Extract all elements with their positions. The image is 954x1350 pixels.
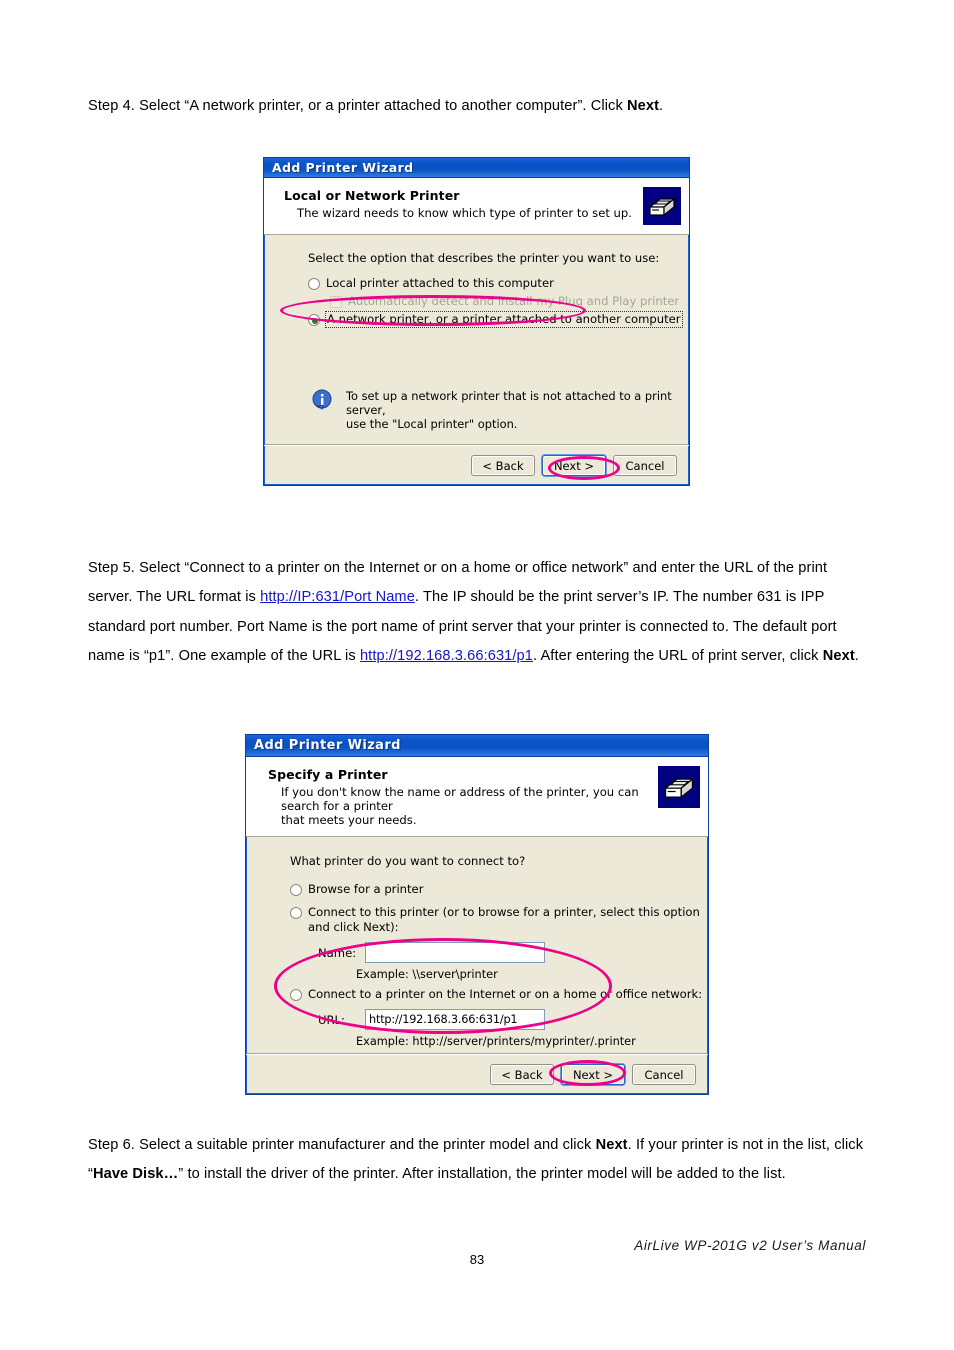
- step6-text-part1: Step 6. Select a suitable printer manufa…: [88, 1137, 596, 1153]
- radio-connect-internet-printer-indicator[interactable]: [290, 989, 302, 1001]
- radio-connect-internet-printer-label: Connect to a printer on the Internet or …: [308, 987, 703, 1001]
- radio-connect-to-this-printer[interactable]: Connect to this printer (or to browse fo…: [290, 905, 708, 935]
- radio-connect-internet-printer[interactable]: Connect to a printer on the Internet or …: [290, 987, 708, 1002]
- dialog2-next-button[interactable]: Next >: [561, 1064, 625, 1085]
- dialog2-back-button[interactable]: < Back: [490, 1064, 554, 1085]
- dialog2-footer: < Back Next > Cancel: [246, 1054, 708, 1094]
- url-field-example: Example: http://server/printers/myprinte…: [356, 1035, 636, 1048]
- dialog1-prompt: Select the option that describes the pri…: [308, 251, 660, 265]
- step4-text-suffix: .: [659, 98, 664, 114]
- document-page: Step 4. Select “A network printer, or a …: [0, 0, 954, 1350]
- step5-url-example-link[interactable]: http://192.168.3.66:631/p1: [360, 648, 533, 664]
- radio-network-printer-label: A network printer, or a printer attached…: [325, 311, 683, 328]
- step5-url-format-link[interactable]: http://IP:631/Port Name: [260, 589, 415, 605]
- radio-browse-for-printer-indicator[interactable]: [290, 884, 302, 896]
- step5-text-part3: . After entering the URL of print server…: [532, 647, 823, 664]
- radio-network-printer[interactable]: A network printer, or a printer attached…: [308, 311, 689, 328]
- url-input[interactable]: http://192.168.3.66:631/p1: [365, 1009, 545, 1030]
- dialog2-header-subtitle: If you don't know the name or address of…: [281, 785, 658, 827]
- step4-bold-next: Next: [627, 98, 660, 114]
- name-field-label: Name:: [318, 945, 357, 960]
- dialog2-header-title: Specify a Printer: [268, 767, 388, 782]
- dialog1-body: Select the option that describes the pri…: [264, 235, 689, 467]
- dialog1-titlebar[interactable]: Add Printer Wizard: [264, 158, 689, 178]
- radio-connect-to-this-printer-indicator[interactable]: [290, 907, 302, 919]
- step5-text-part4: .: [854, 647, 859, 664]
- name-field-row: Name:: [318, 942, 708, 963]
- radio-connect-to-this-printer-label: Connect to this printer (or to browse fo…: [308, 905, 700, 934]
- dialog2-title: Add Printer Wizard: [254, 738, 401, 753]
- radio-network-printer-indicator[interactable]: [308, 314, 320, 326]
- radio-browse-for-printer-label: Browse for a printer: [308, 882, 424, 896]
- dialog2-prompt: What printer do you want to connect to?: [290, 854, 526, 868]
- dialog1-info-line2: use the "Local printer" option.: [346, 417, 518, 431]
- dialog1-title: Add Printer Wizard: [272, 160, 414, 175]
- dialog1-next-button[interactable]: Next >: [542, 455, 606, 476]
- name-field-example: Example: \\server\printer: [356, 968, 498, 981]
- add-printer-wizard-dialog-1[interactable]: Add Printer Wizard Local or Network Prin…: [263, 157, 690, 486]
- dialog1-footer: < Back Next > Cancel: [264, 445, 689, 485]
- radio-local-printer-indicator[interactable]: [308, 278, 320, 290]
- step6-paragraph: Step 6. Select a suitable printer manufa…: [88, 1131, 874, 1190]
- radio-local-printer-label: Local printer attached to this computer: [326, 276, 554, 290]
- footer-manual-title: AirLive WP-201G v2 User’s Manual: [634, 1238, 866, 1253]
- step4-paragraph: Step 4. Select “A network printer, or a …: [88, 92, 874, 121]
- step6-text-part3: ” to install the driver of the printer. …: [178, 1166, 786, 1183]
- dialog1-header-subtitle: The wizard needs to know which type of p…: [297, 206, 632, 220]
- printer-icon: [658, 766, 700, 808]
- printer-icon: [643, 187, 681, 225]
- dialog1-back-button[interactable]: < Back: [471, 455, 535, 476]
- dialog1-cancel-button[interactable]: Cancel: [613, 455, 677, 476]
- radio-browse-for-printer[interactable]: Browse for a printer: [290, 882, 708, 897]
- dialog2-body: What printer do you want to connect to? …: [246, 837, 708, 1083]
- dialog1-header-title: Local or Network Printer: [284, 188, 460, 203]
- add-printer-wizard-dialog-2[interactable]: Add Printer Wizard Specify a Printer If …: [245, 734, 709, 1095]
- radio-local-printer[interactable]: Local printer attached to this computer: [308, 276, 689, 291]
- dialog2-titlebar[interactable]: Add Printer Wizard: [246, 735, 708, 757]
- dialog2-header-sub-line2: that meets your needs.: [281, 813, 417, 827]
- dialog1-header: Local or Network Printer The wizard need…: [264, 178, 689, 235]
- url-field-row: URL: http://192.168.3.66:631/p1: [318, 1009, 708, 1030]
- url-field-label: URL:: [318, 1012, 345, 1027]
- checkbox-auto-detect-indicator: [330, 296, 342, 308]
- dialog1-info-callout: To set up a network printer that is not …: [312, 389, 689, 431]
- step6-bold-have-disk: Have Disk…: [92, 1166, 179, 1183]
- dialog2-cancel-button[interactable]: Cancel: [632, 1064, 696, 1085]
- dialog2-header: Specify a Printer If you don't know the …: [246, 757, 708, 837]
- dialog2-header-sub-line1: If you don't know the name or address of…: [281, 785, 639, 813]
- step5-bold-next: Next: [822, 647, 855, 664]
- step4-text-prefix: Step 4. Select “A network printer, or a …: [88, 98, 627, 114]
- name-input[interactable]: [365, 942, 545, 963]
- dialog1-info-line1: To set up a network printer that is not …: [346, 389, 672, 417]
- checkbox-auto-detect-label: Automatically detect and install my Plug…: [348, 294, 680, 308]
- info-icon: [312, 389, 334, 413]
- checkbox-auto-detect: Automatically detect and install my Plug…: [330, 294, 689, 309]
- page-number: 83: [469, 1252, 485, 1267]
- step5-paragraph: Step 5. Select “Connect to a printer on …: [88, 554, 874, 671]
- step6-bold-next: Next: [595, 1137, 628, 1153]
